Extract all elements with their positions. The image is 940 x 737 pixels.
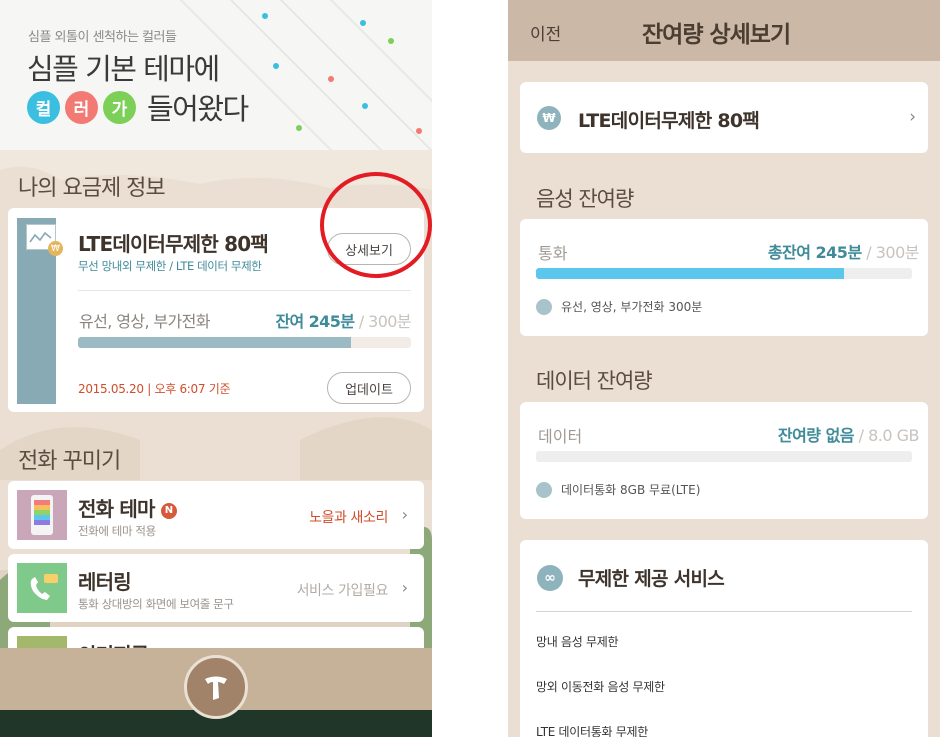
bullet-icon bbox=[536, 481, 552, 498]
plan-summary-card[interactable]: ₩ LTE데이터무제한 80팩 › bbox=[520, 82, 928, 153]
decorate-section-title: 전화 꾸미기 bbox=[18, 449, 121, 474]
list-item-subtitle: 통화 상대방의 화면에 보여줄 문구 bbox=[78, 597, 234, 611]
plan-name: LTE데이터무제한 80팩 bbox=[78, 232, 269, 256]
chevron-right-icon: › bbox=[909, 107, 916, 127]
theme-promo-banner[interactable]: 심플 외톨이 센척하는 컬러들 심플 기본 테마에 컬 러 가 들어왔다 bbox=[0, 0, 432, 150]
t-logo-icon bbox=[205, 676, 227, 700]
data-total-value: / 8.0 GB bbox=[854, 426, 920, 445]
voice-progress-fill bbox=[536, 268, 845, 279]
banner-dot bbox=[362, 103, 368, 109]
call-theme-title: 전화 테마 bbox=[78, 497, 155, 521]
voice-progress-bar bbox=[536, 268, 912, 279]
plan-divider bbox=[78, 290, 411, 291]
banner-dot bbox=[273, 63, 279, 69]
infinity-icon: ∞ bbox=[537, 565, 563, 591]
banner-title: 심플 기본 테마에 bbox=[27, 52, 220, 86]
unlimited-item: 망외 이동전화 음성 무제한 bbox=[536, 680, 665, 694]
voice-total-value: / 300분 bbox=[861, 243, 919, 262]
banner-dot bbox=[388, 38, 394, 44]
data-section-title: 데이터 잔여량 bbox=[536, 369, 653, 393]
banner-color-line: 컬 러 가 들어왔다 bbox=[27, 86, 249, 128]
color-ball-red: 러 bbox=[65, 90, 98, 124]
won-coin-icon: ₩ bbox=[48, 241, 63, 256]
plan-name: LTE데이터무제한 80팩 bbox=[578, 110, 760, 132]
plan-subtitle: 무선 망내외 무제한 / LTE 데이터 무제한 bbox=[78, 259, 262, 273]
usage-label: 유선, 영상, 부가전화 bbox=[79, 312, 211, 331]
remaining-detail-screen: 이전 잔여량 상세보기 ₩ LTE데이터무제한 80팩 › 음성 잔여량 통화 … bbox=[508, 0, 940, 737]
voice-remaining-value: 총잔여 245분 bbox=[767, 243, 862, 262]
color-ball-blue: 컬 bbox=[27, 90, 60, 124]
banner-dot bbox=[360, 20, 366, 26]
update-button[interactable]: 업데이트 bbox=[327, 372, 411, 404]
banner-dot bbox=[262, 13, 268, 19]
unlimited-divider bbox=[536, 611, 912, 612]
voice-section-title: 음성 잔여량 bbox=[536, 187, 634, 211]
data-note: 데이터통화 8GB 무료(LTE) bbox=[536, 481, 700, 498]
plan-card[interactable]: ₩ LTE데이터무제한 80팩 무선 망내외 무제한 / LTE 데이터 무제한… bbox=[8, 172, 432, 412]
chevron-right-icon: › bbox=[401, 505, 408, 524]
list-item-lettering[interactable]: 레터링 통화 상대방의 화면에 보여줄 문구 서비스 가입필요 › bbox=[8, 554, 424, 622]
unlimited-services-card: ∞ 무제한 제공 서비스 망내 음성 무제한 망외 이동전화 음성 무제한 LT… bbox=[520, 540, 928, 737]
data-remaining-value: 잔여량 없음 bbox=[777, 426, 855, 445]
unlimited-item: LTE 데이터통화 무제한 bbox=[536, 725, 648, 737]
my-plan-screen: 심플 외톨이 센척하는 컬러들 심플 기본 테마에 컬 러 가 들어왔다 나의 … bbox=[0, 0, 432, 737]
banner-dot bbox=[328, 76, 334, 82]
data-note-text: 데이터통화 8GB 무료(LTE) bbox=[561, 483, 701, 497]
banner-stripe bbox=[308, 0, 432, 150]
theme-phone-thumb-icon bbox=[17, 490, 67, 540]
plan-chart-icon: ₩ bbox=[26, 224, 63, 256]
voice-remaining-card: 통화 총잔여 245분 / 300분 유선, 영상, 부가전화 300분 bbox=[520, 219, 928, 336]
my-plan-section-title: 나의 요금제 정보 bbox=[18, 176, 166, 201]
t-logo-home-button[interactable] bbox=[184, 655, 248, 719]
app-header: 이전 잔여량 상세보기 bbox=[508, 0, 940, 61]
lettering-phone-thumb-icon bbox=[17, 563, 67, 613]
list-item-subtitle: 전화에 테마 적용 bbox=[78, 524, 156, 538]
usage-remaining: 잔여 245분 / 300분 bbox=[275, 308, 411, 332]
voice-note-text: 유선, 영상, 부가전화 300분 bbox=[561, 300, 703, 314]
bullet-icon bbox=[536, 298, 552, 315]
banner-subtitle: 심플 외톨이 센척하는 컬러들 bbox=[28, 30, 177, 45]
page-title: 잔여량 상세보기 bbox=[642, 22, 791, 48]
voice-label: 통화 bbox=[538, 244, 568, 263]
banner-rest-text: 들어왔다 bbox=[147, 92, 249, 126]
lettering-title: 레터링 bbox=[78, 570, 132, 594]
banner-dot bbox=[416, 128, 422, 134]
data-remaining-card: 데이터 잔여량 없음 / 8.0 GB 데이터통화 8GB 무료(LTE) bbox=[520, 402, 928, 519]
banner-dot bbox=[296, 125, 302, 131]
new-badge: N bbox=[160, 502, 177, 519]
usage-progress-bar bbox=[78, 337, 411, 348]
voice-remaining: 총잔여 245분 / 300분 bbox=[767, 239, 920, 263]
color-ball-green: 가 bbox=[103, 90, 136, 124]
current-theme-value: 노을과 새소리 bbox=[309, 510, 388, 526]
usage-progress-fill bbox=[78, 337, 352, 348]
back-button[interactable]: 이전 bbox=[530, 20, 561, 45]
unlimited-item: 망내 음성 무제한 bbox=[536, 635, 619, 649]
subscription-status: 서비스 가입필요 bbox=[296, 583, 389, 599]
unlimited-title: 무제한 제공 서비스 bbox=[578, 568, 725, 590]
data-progress-bar bbox=[536, 451, 912, 462]
list-item-call-theme[interactable]: 전화 테마 N 전화에 테마 적용 노을과 새소리 › bbox=[8, 481, 424, 549]
voice-note: 유선, 영상, 부가전화 300분 bbox=[536, 298, 702, 315]
chevron-right-icon: › bbox=[401, 578, 408, 597]
data-label: 데이터 bbox=[538, 427, 583, 446]
won-icon: ₩ bbox=[537, 106, 561, 130]
list-item-title: 전화 테마 N bbox=[78, 493, 177, 522]
plan-timestamp: 2015.05.20 | 오후 6:07 기준 bbox=[78, 382, 231, 396]
total-value: / 300분 bbox=[354, 312, 412, 331]
detail-view-button[interactable]: 상세보기 bbox=[327, 233, 411, 265]
screenshot-stage: 심플 외톨이 센척하는 컬러들 심플 기본 테마에 컬 러 가 들어왔다 나의 … bbox=[0, 0, 940, 737]
data-remaining: 잔여량 없음 / 8.0 GB bbox=[777, 422, 920, 446]
remaining-value: 잔여 245분 bbox=[275, 312, 355, 331]
